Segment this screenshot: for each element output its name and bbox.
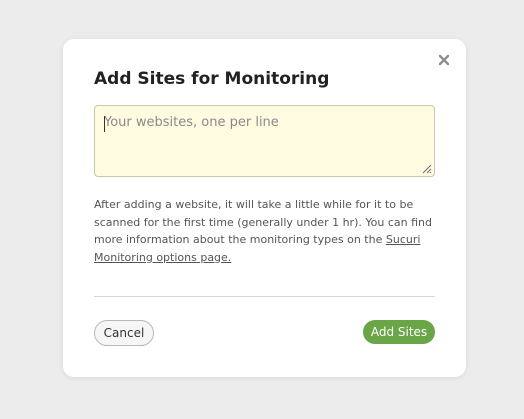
help-text: After adding a website, it will take a l…: [94, 196, 439, 266]
resize-grip-icon[interactable]: [420, 162, 432, 174]
close-button[interactable]: [437, 53, 451, 67]
add-sites-button[interactable]: Add Sites: [363, 320, 435, 344]
close-icon: [438, 54, 450, 66]
dialog-title: Add Sites for Monitoring: [94, 69, 330, 89]
add-sites-dialog: Add Sites for Monitoring After adding a …: [63, 39, 466, 377]
divider: [94, 296, 435, 297]
help-text-body: After adding a website, it will take a l…: [94, 198, 432, 246]
cancel-button[interactable]: Cancel: [94, 320, 154, 346]
text-cursor: [104, 116, 105, 132]
websites-input[interactable]: [94, 105, 435, 177]
